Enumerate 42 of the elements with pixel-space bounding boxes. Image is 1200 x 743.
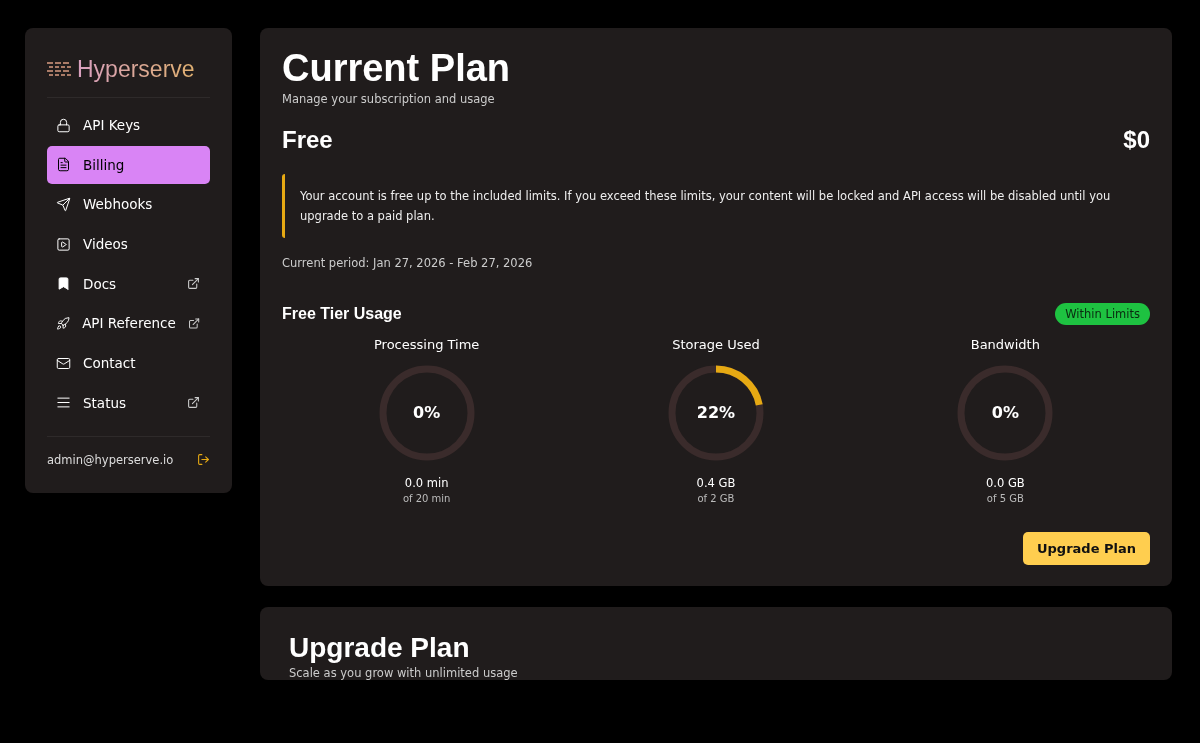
limits-notice: Your account is free up to the included limits. If you exceed these limits, your content will be locked and API access will be disabled until you upgrade to a paid plan. xyxy=(282,173,1150,238)
usage-percent: 22% xyxy=(696,403,736,423)
usage-percent: 0% xyxy=(991,403,1019,423)
usage-amount: 0.0 min xyxy=(404,475,449,490)
lock-icon xyxy=(56,117,71,133)
rocket-icon xyxy=(56,315,71,331)
nav-item[interactable]: Contact xyxy=(47,344,210,383)
page-title: Current Plan xyxy=(282,48,512,90)
send-icon xyxy=(56,196,71,212)
usage-percent: 0% xyxy=(413,403,441,423)
logout-icon[interactable] xyxy=(197,453,210,466)
page-subtitle: Manage your subscription and usage xyxy=(282,91,496,106)
nav-item[interactable]: Docs xyxy=(47,264,210,303)
usage-limit: of 2 GB xyxy=(697,492,735,504)
usage-amount: 0.0 GB xyxy=(985,475,1025,490)
status-badge: Within Limits xyxy=(1055,302,1150,325)
usage-limit: of 5 GB xyxy=(986,492,1024,504)
upgrade-plan-button[interactable]: Upgrade Plan xyxy=(1023,531,1150,565)
nav-item[interactable]: API Keys xyxy=(47,106,210,144)
nav-item[interactable]: Webhooks xyxy=(47,185,210,224)
logo-icon xyxy=(47,60,73,79)
usage-limit: of 20 min xyxy=(402,492,451,504)
document-icon xyxy=(56,157,71,173)
plan-name: Free xyxy=(282,125,333,154)
mail-icon xyxy=(56,355,71,371)
section-title: Upgrade Plan xyxy=(289,632,471,664)
nav-item[interactable]: API Reference xyxy=(47,304,210,343)
nav-item[interactable]: Billing xyxy=(47,145,210,184)
usage-title: Free Tier Usage xyxy=(282,304,402,323)
user-email: admin@hyperserve.io xyxy=(47,452,174,467)
bookmark-icon xyxy=(56,276,71,292)
meter-label: Processing Time xyxy=(373,336,480,352)
billing-period: Current period: Jan 27, 2026 - Feb 27, 2026 xyxy=(282,255,534,270)
usage-amount: 0.4 GB xyxy=(696,475,736,490)
nav-item[interactable]: Status xyxy=(47,383,210,422)
list-icon xyxy=(56,395,71,411)
section-subtitle: Scale as you grow with unlimited usage xyxy=(289,665,519,680)
play-icon xyxy=(56,236,71,252)
plan-price: $0 xyxy=(1123,125,1150,154)
meter-label: Storage Used xyxy=(672,336,760,352)
nav-item[interactable]: Videos xyxy=(47,225,210,264)
meter-label: Bandwidth xyxy=(970,336,1040,352)
